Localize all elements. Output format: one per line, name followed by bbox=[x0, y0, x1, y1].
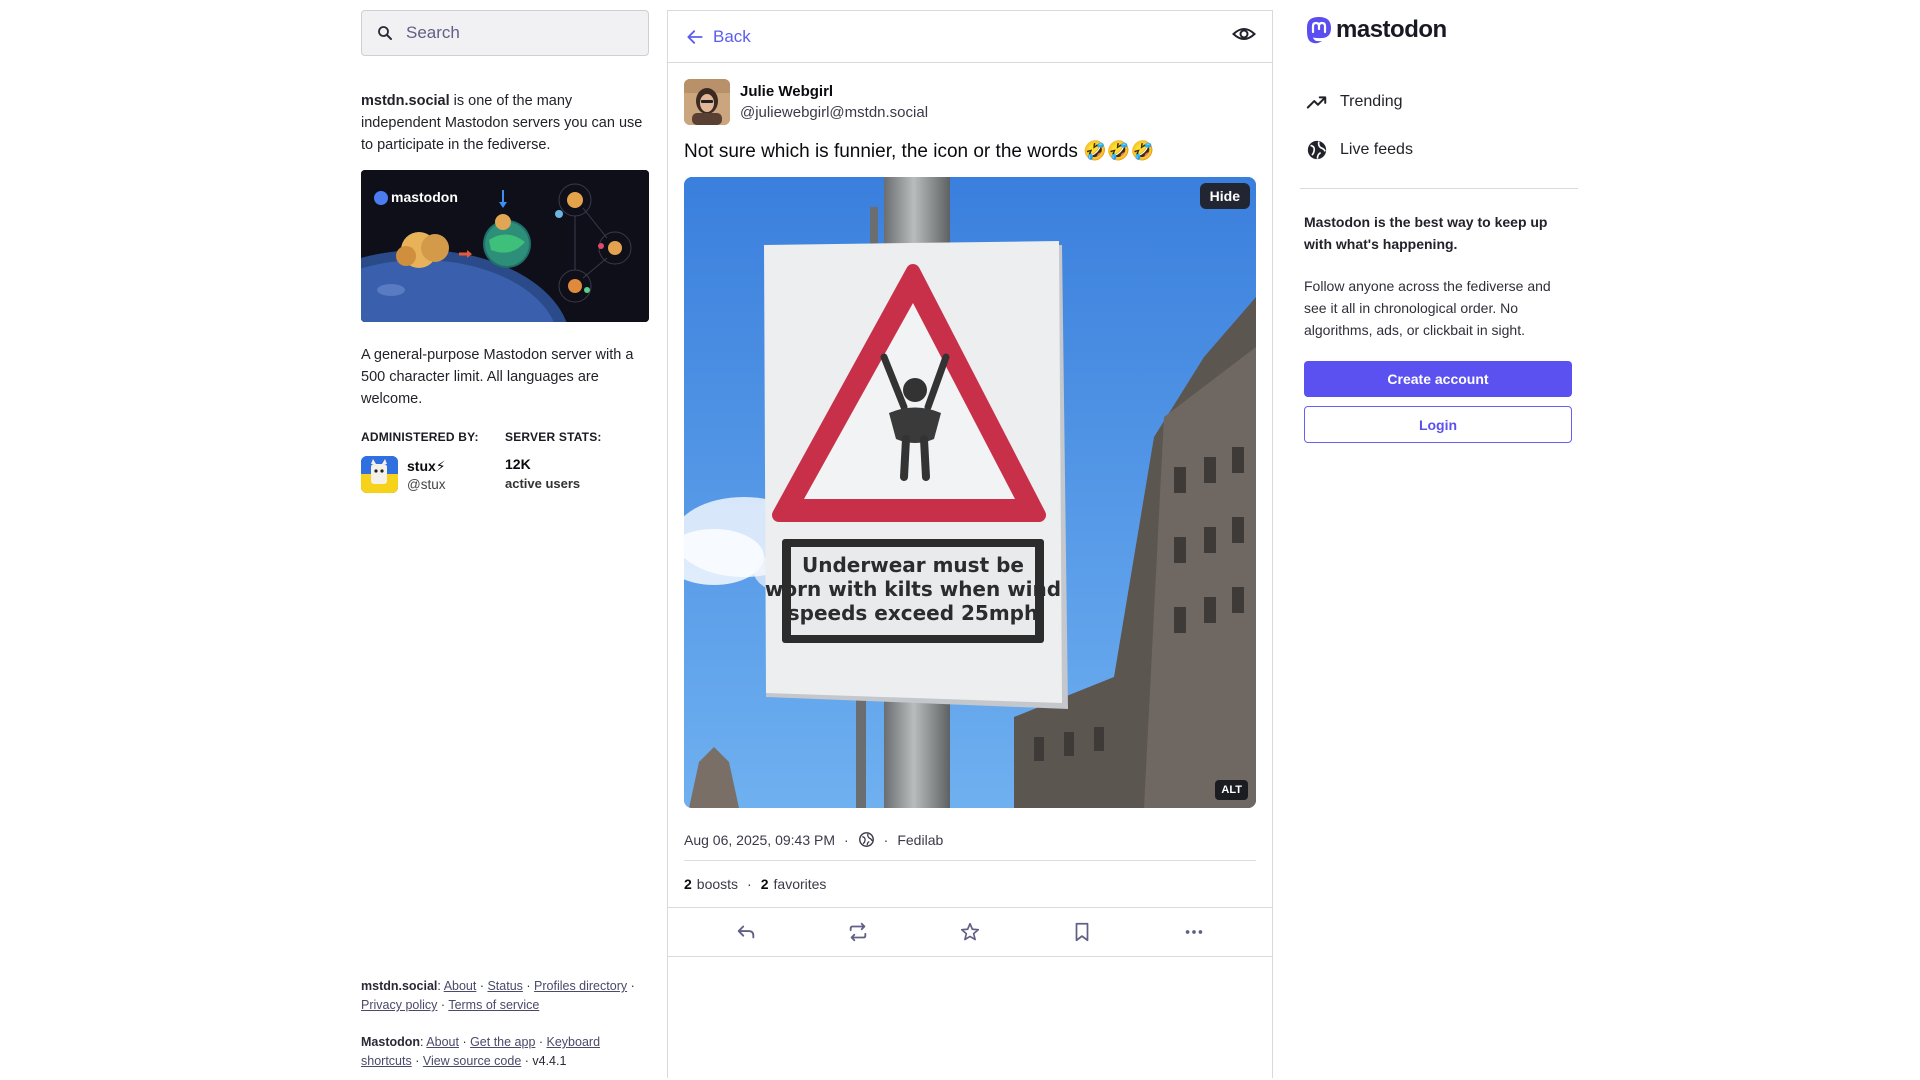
trending-icon bbox=[1306, 96, 1327, 109]
server-name: mstdn.social bbox=[361, 93, 450, 109]
footer-link-privacy-policy[interactable]: Privacy policy bbox=[361, 998, 437, 1012]
footer-link-mastodon-about[interactable]: About bbox=[426, 1035, 459, 1049]
server-intro: mstdn.social is one of the many independ… bbox=[361, 90, 649, 156]
nav-item-live-feeds[interactable]: Live feeds bbox=[1300, 126, 1578, 174]
post-author[interactable]: Julie Webgirl @juliewebgirl@mstdn.social bbox=[684, 79, 1256, 125]
version-label: v4.4.1 bbox=[532, 1054, 567, 1068]
sidebar-nav: Trending Live feeds bbox=[1300, 78, 1578, 174]
create-account-button[interactable]: Create account bbox=[1304, 361, 1572, 397]
boost-button[interactable] bbox=[843, 917, 873, 947]
media-attachment[interactable]: Underwear must be worn with kilts when w… bbox=[684, 177, 1256, 808]
divider bbox=[684, 860, 1256, 861]
status-detail: Julie Webgirl @juliewebgirl@mstdn.social… bbox=[668, 63, 1272, 897]
signup-body: Follow anyone across the fediverse and s… bbox=[1304, 278, 1551, 338]
favorites-label: favorites bbox=[773, 876, 827, 892]
nav-label-live-feeds: Live feeds bbox=[1340, 141, 1413, 158]
active-users-label: active users bbox=[505, 476, 581, 491]
footer-link-get-the-app[interactable]: Get the app bbox=[470, 1035, 535, 1049]
boosts-count: 2 bbox=[684, 876, 692, 892]
footer: mstdn.social: About · Status · Profiles … bbox=[361, 977, 649, 1071]
favorite-button[interactable] bbox=[955, 917, 985, 947]
more-button[interactable] bbox=[1179, 917, 1209, 947]
author-name: Julie Webgirl bbox=[740, 83, 834, 100]
admin-name: stux⚡ bbox=[407, 457, 446, 474]
boosts-label: boosts bbox=[696, 876, 739, 892]
post-counts: 2 boosts · 2 favorites bbox=[684, 876, 827, 892]
search-box[interactable] bbox=[361, 10, 649, 56]
author-avatar[interactable] bbox=[684, 79, 730, 125]
action-bar bbox=[668, 907, 1272, 957]
signup-title: Mastodon is the best way to keep up with… bbox=[1304, 214, 1548, 252]
more-icon bbox=[1185, 930, 1203, 934]
nav-label-trending: Trending bbox=[1340, 93, 1403, 110]
boosts-count-link[interactable]: 2 boosts bbox=[684, 876, 738, 892]
footer-link-status[interactable]: Status bbox=[487, 979, 522, 993]
sign-line-2: worn with kilts when wind bbox=[765, 577, 1061, 601]
footer-mastodon-label: Mastodon bbox=[361, 1035, 421, 1049]
admin-account[interactable]: stux⚡ @stux bbox=[361, 456, 505, 493]
globe-icon bbox=[858, 832, 874, 847]
post-column: Back Julie Webgirl @juliewebgirl@mstdn.s… bbox=[667, 10, 1273, 1078]
favorites-count-link[interactable]: 2 favorites bbox=[761, 876, 827, 892]
toggle-visibility-button[interactable] bbox=[1232, 22, 1256, 51]
globe-icon bbox=[1307, 140, 1327, 160]
footer-server-links: mstdn.social: About · Status · Profiles … bbox=[361, 979, 635, 1012]
server-hero-image: mastodon bbox=[361, 170, 649, 322]
login-button[interactable]: Login bbox=[1304, 406, 1572, 443]
reply-icon bbox=[737, 925, 755, 939]
footer-server-label: mstdn.social bbox=[361, 979, 438, 993]
footer-mastodon-links: Mastodon: About · Get the app · Keyboard… bbox=[361, 1035, 601, 1068]
server-meta: ADMINISTERED BY: stux⚡ @stux SERVER STAT… bbox=[361, 430, 649, 493]
sign-line-1: Underwear must be bbox=[802, 553, 1024, 577]
logo-text: mastodon bbox=[1336, 16, 1447, 43]
reply-button[interactable] bbox=[731, 917, 761, 947]
post-timestamp[interactable]: Aug 06, 2025, 09:43 PM bbox=[684, 832, 835, 848]
active-users-count: 12K bbox=[505, 456, 531, 472]
administered-by: ADMINISTERED BY: stux⚡ @stux bbox=[361, 430, 505, 493]
administered-by-label: ADMINISTERED BY: bbox=[361, 430, 479, 444]
back-button[interactable]: Back bbox=[685, 27, 751, 47]
footer-link-view-source-code[interactable]: View source code bbox=[423, 1054, 521, 1068]
media-image: Underwear must be worn with kilts when w… bbox=[684, 177, 1256, 808]
author-handle: @juliewebgirl@mstdn.social bbox=[740, 104, 929, 121]
hero-logo-text: mastodon bbox=[391, 189, 458, 205]
post-application: Fedilab bbox=[897, 831, 944, 848]
mastodon-logo-icon bbox=[1307, 17, 1331, 44]
nav-item-trending[interactable]: Trending bbox=[1300, 78, 1578, 126]
alt-text-badge[interactable]: ALT bbox=[1215, 780, 1248, 800]
left-column: mstdn.social is one of the many independ… bbox=[361, 10, 649, 493]
back-label: Back bbox=[713, 26, 751, 46]
footer-link-about[interactable]: About bbox=[444, 979, 477, 993]
post-meta: Aug 06, 2025, 09:43 PM · · Fedilab bbox=[684, 831, 944, 848]
search-input[interactable] bbox=[406, 23, 626, 43]
mastodon-logo[interactable]: mastodon bbox=[1304, 10, 1578, 50]
server-stats-label: SERVER STATS: bbox=[505, 430, 602, 444]
boost-icon bbox=[849, 922, 867, 942]
bookmark-icon bbox=[1075, 922, 1089, 942]
footer-link-terms-of-service[interactable]: Terms of service bbox=[448, 998, 539, 1012]
hide-media-button[interactable]: Hide bbox=[1199, 183, 1250, 209]
server-description: A general-purpose Mastodon server with a… bbox=[361, 347, 634, 407]
right-column: mastodon Trending Live feeds Mastodon is… bbox=[1300, 10, 1578, 443]
bookmark-button[interactable] bbox=[1067, 917, 1097, 947]
search-icon bbox=[378, 26, 392, 40]
post-content: Not sure which is funnier, the icon or t… bbox=[684, 141, 1155, 162]
arrow-left-icon bbox=[687, 29, 703, 44]
server-stats: SERVER STATS: 12K active users bbox=[505, 430, 649, 493]
favorites-count: 2 bbox=[760, 876, 769, 892]
star-icon bbox=[960, 922, 980, 941]
footer-link-profiles-directory[interactable]: Profiles directory bbox=[534, 979, 627, 993]
admin-avatar[interactable] bbox=[361, 456, 398, 493]
signup-panel: Mastodon is the best way to keep up with… bbox=[1300, 211, 1578, 443]
column-header: Back bbox=[668, 11, 1272, 63]
eye-icon bbox=[1232, 28, 1256, 40]
sign-line-3: speeds exceed 25mph bbox=[788, 601, 1039, 625]
hero-illustration: mastodon bbox=[361, 170, 649, 322]
admin-handle: @stux bbox=[407, 476, 446, 492]
divider bbox=[1300, 188, 1578, 189]
